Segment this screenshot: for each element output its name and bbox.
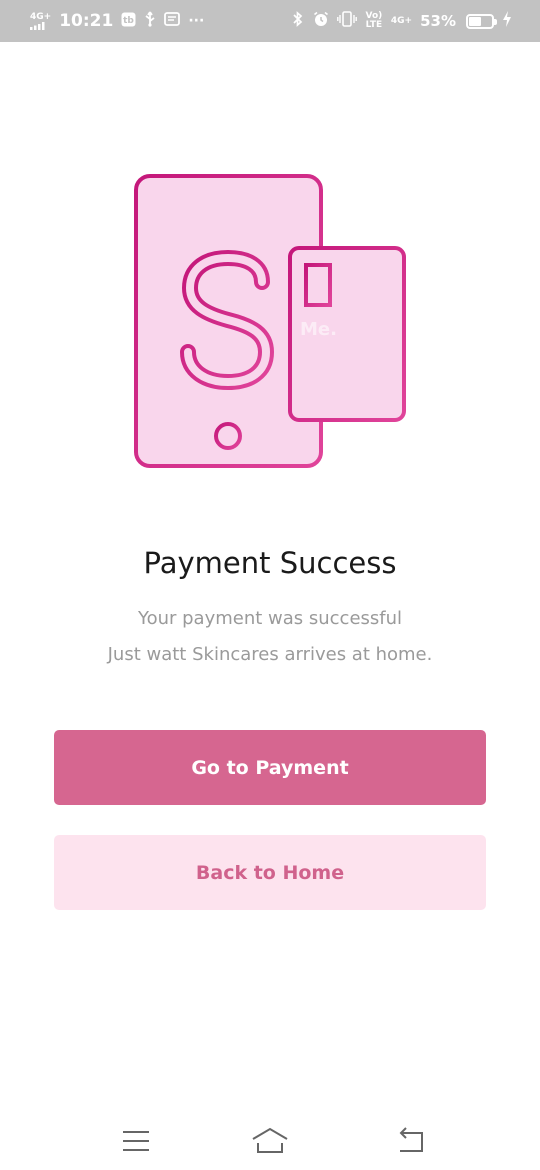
menu-icon[interactable] <box>116 1124 156 1158</box>
vibrate-icon <box>336 11 357 31</box>
network-label-2: 4G+ <box>390 15 413 26</box>
app-notification-icon: tb <box>121 12 136 31</box>
phone-dollar-card-icon: Me. <box>134 174 406 468</box>
charging-icon <box>502 11 512 31</box>
subtitle-line-2: Just watt Skincares arrives at home. <box>107 644 433 665</box>
status-bar-left: 4G+ 10:21 tb ··· <box>30 11 204 31</box>
status-time: 10:21 <box>59 11 114 31</box>
more-notifications-indicator: ··· <box>188 13 205 29</box>
page-title: Payment Success <box>143 546 397 580</box>
watermark-text: Me. <box>300 319 337 340</box>
payment-illustration: Me. <box>130 170 410 470</box>
network-label: 4G+ <box>30 11 52 22</box>
go-to-payment-button[interactable]: Go to Payment <box>54 730 486 805</box>
battery-percentage: 53% <box>420 12 456 30</box>
usb-icon <box>144 11 156 31</box>
back-to-home-button[interactable]: Back to Home <box>54 835 486 910</box>
subtitle-line-1: Your payment was successful <box>137 608 403 629</box>
svg-text:tb: tb <box>123 16 134 26</box>
back-icon[interactable] <box>392 1124 432 1158</box>
status-bar: 4G+ 10:21 tb ··· Vo) LTE 4G+ 53% <box>0 0 540 42</box>
bluetooth-icon <box>291 11 305 31</box>
home-icon[interactable] <box>250 1124 290 1158</box>
battery-icon <box>466 13 497 29</box>
status-bar-right: Vo) LTE 4G+ 53% <box>291 11 512 31</box>
volte-label: Vo) LTE <box>365 11 383 30</box>
signal-icon: 4G+ <box>30 11 52 30</box>
battery-fill <box>469 16 481 26</box>
system-navigation-bar <box>0 1110 540 1170</box>
alarm-icon <box>313 11 329 31</box>
mail-icon <box>164 12 181 30</box>
